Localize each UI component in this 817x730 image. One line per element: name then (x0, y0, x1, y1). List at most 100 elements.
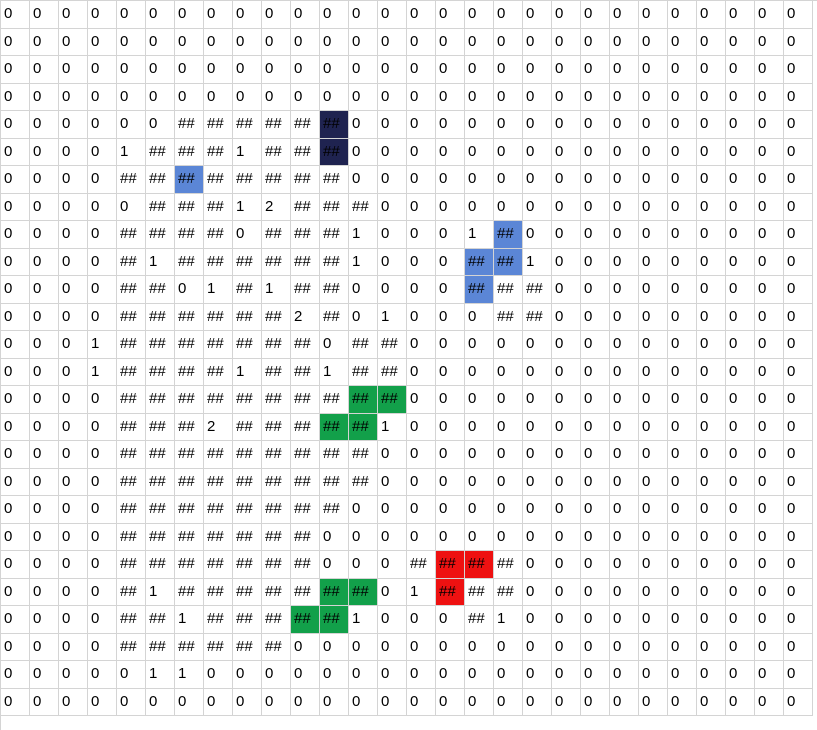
grid-cell[interactable]: 0 (1, 468, 30, 496)
grid-cell[interactable]: 0 (465, 688, 494, 716)
grid-cell[interactable]: 0 (697, 166, 726, 194)
grid-cell[interactable]: 0 (784, 303, 813, 331)
grid-cell[interactable]: 0 (552, 523, 581, 551)
grid-cell[interactable]: 0 (755, 111, 784, 139)
grid-cell[interactable]: 0 (117, 688, 146, 716)
grid-cell[interactable]: 0 (581, 523, 610, 551)
grid-cell[interactable]: ## (233, 606, 262, 634)
grid-cell[interactable]: 0 (610, 303, 639, 331)
grid-cell[interactable]: ## (262, 468, 291, 496)
grid-cell[interactable]: ## (465, 606, 494, 634)
grid-cell[interactable]: 0 (30, 28, 59, 56)
grid-cell[interactable]: 0 (1, 331, 30, 359)
grid-cell[interactable]: 0 (552, 221, 581, 249)
grid-cell-highlighted-green[interactable]: ## (320, 413, 349, 441)
grid-cell[interactable]: 0 (88, 28, 117, 56)
grid-cell[interactable]: 0 (726, 111, 755, 139)
grid-cell[interactable]: 0 (1, 551, 30, 579)
grid-cell[interactable]: 0 (552, 413, 581, 441)
grid-cell[interactable]: 0 (465, 661, 494, 689)
grid-cell[interactable]: 1 (146, 661, 175, 689)
grid-cell[interactable]: 0 (610, 83, 639, 111)
grid-cell[interactable]: 0 (59, 28, 88, 56)
grid-cell[interactable]: 0 (349, 83, 378, 111)
spreadsheet-grid[interactable]: 0000000000000000000000000000000000000000… (0, 0, 817, 730)
grid-cell[interactable]: 0 (30, 193, 59, 221)
grid-cell[interactable]: ## (291, 468, 320, 496)
grid-cell[interactable]: 0 (407, 83, 436, 111)
grid-cell[interactable]: 0 (30, 303, 59, 331)
grid-cell[interactable]: 0 (755, 606, 784, 634)
grid-cell[interactable]: 0 (581, 551, 610, 579)
grid-cell[interactable]: ## (117, 496, 146, 524)
grid-cell[interactable]: 0 (291, 1, 320, 29)
grid-cell[interactable]: ## (320, 276, 349, 304)
grid-cell[interactable]: 0 (407, 331, 436, 359)
grid-cell[interactable]: 0 (726, 688, 755, 716)
grid-cell[interactable]: 0 (262, 688, 291, 716)
grid-cell[interactable]: 0 (320, 83, 349, 111)
grid-cell[interactable]: 0 (726, 578, 755, 606)
grid-cell[interactable]: ## (262, 166, 291, 194)
grid-cell[interactable]: 0 (1, 523, 30, 551)
grid-cell[interactable]: 0 (30, 83, 59, 111)
grid-cell[interactable]: 0 (639, 551, 668, 579)
grid-cell[interactable]: 0 (523, 111, 552, 139)
grid-cell[interactable]: ## (117, 606, 146, 634)
grid-cell[interactable]: 0 (30, 688, 59, 716)
grid-cell[interactable]: 0 (30, 661, 59, 689)
grid-cell[interactable]: ## (320, 468, 349, 496)
grid-cell-highlighted-dark-navy[interactable]: ## (320, 138, 349, 166)
grid-cell[interactable]: 0 (494, 83, 523, 111)
grid-cell[interactable]: 0 (88, 606, 117, 634)
grid-cell[interactable]: 1 (465, 221, 494, 249)
grid-cell[interactable]: 0 (755, 56, 784, 84)
grid-cell[interactable]: 0 (552, 248, 581, 276)
grid-cell[interactable]: 0 (30, 633, 59, 661)
grid-cell[interactable]: 0 (552, 111, 581, 139)
grid-cell[interactable]: 0 (697, 661, 726, 689)
grid-cell[interactable]: ## (175, 496, 204, 524)
grid-cell[interactable]: 0 (378, 221, 407, 249)
grid-cell[interactable]: 0 (436, 633, 465, 661)
grid-cell[interactable]: 0 (494, 523, 523, 551)
grid-cell[interactable]: 0 (1, 221, 30, 249)
grid-cell[interactable]: 0 (726, 56, 755, 84)
grid-cell[interactable]: 0 (59, 221, 88, 249)
grid-cell[interactable]: 0 (30, 606, 59, 634)
grid-cell[interactable]: ## (146, 166, 175, 194)
grid-cell[interactable]: 0 (639, 496, 668, 524)
grid-cell[interactable]: 0 (494, 441, 523, 469)
grid-cell[interactable]: 0 (1, 688, 30, 716)
grid-cell[interactable]: 0 (726, 358, 755, 386)
grid-cell[interactable]: 0 (610, 578, 639, 606)
grid-cell[interactable]: ## (204, 166, 233, 194)
grid-cell[interactable]: 0 (610, 661, 639, 689)
grid-cell[interactable]: 0 (465, 468, 494, 496)
grid-cell[interactable]: 0 (204, 688, 233, 716)
grid-cell[interactable]: 0 (552, 331, 581, 359)
grid-cell[interactable]: 0 (668, 606, 697, 634)
grid-cell[interactable]: 0 (639, 688, 668, 716)
grid-cell[interactable]: ## (204, 468, 233, 496)
grid-cell[interactable]: 0 (610, 688, 639, 716)
grid-cell[interactable]: ## (204, 523, 233, 551)
grid-cell[interactable]: ## (262, 523, 291, 551)
grid-cell[interactable]: ## (204, 606, 233, 634)
grid-cell[interactable]: ## (291, 193, 320, 221)
grid-cell[interactable]: 0 (639, 606, 668, 634)
grid-cell[interactable]: 0 (320, 633, 349, 661)
grid-cell[interactable]: 0 (88, 468, 117, 496)
grid-cell[interactable]: 0 (668, 358, 697, 386)
grid-cell[interactable]: 0 (784, 578, 813, 606)
grid-cell[interactable]: 0 (436, 193, 465, 221)
grid-cell[interactable]: 0 (726, 28, 755, 56)
grid-cell[interactable]: 0 (30, 111, 59, 139)
grid-cell[interactable]: 0 (407, 441, 436, 469)
grid-cell[interactable]: ## (175, 358, 204, 386)
grid-cell[interactable]: 0 (523, 578, 552, 606)
grid-cell[interactable]: 0 (552, 661, 581, 689)
grid-cell[interactable]: 0 (465, 166, 494, 194)
grid-cell[interactable]: 0 (697, 606, 726, 634)
grid-cell[interactable]: 0 (581, 413, 610, 441)
